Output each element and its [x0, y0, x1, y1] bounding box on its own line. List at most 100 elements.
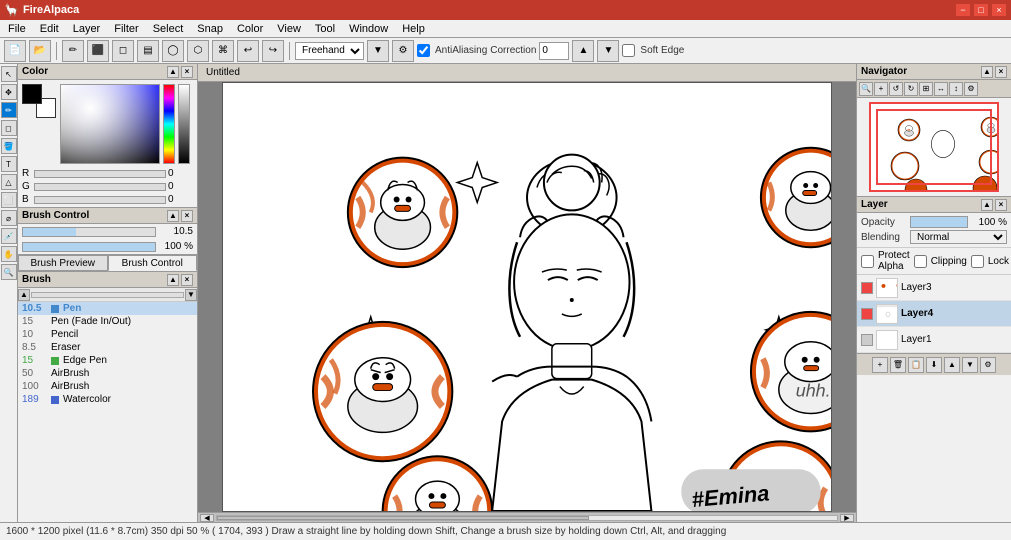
- scroll-left-btn[interactable]: ◀: [200, 514, 214, 522]
- opacity-slider[interactable]: [910, 216, 968, 228]
- layer-panel-float[interactable]: ▲: [981, 199, 993, 211]
- layer-settings-btn[interactable]: ⚙: [980, 357, 996, 373]
- menu-window[interactable]: Window: [343, 22, 394, 36]
- brush-item-0[interactable]: 10.5 Pen: [18, 302, 197, 315]
- brush-item-4[interactable]: 15 Edge Pen: [18, 354, 197, 367]
- tool-eyedropper[interactable]: 💉: [1, 228, 17, 244]
- canvas-wrapper[interactable]: uhh... #Emina: [198, 82, 856, 512]
- color-hue-strip[interactable]: [163, 84, 175, 164]
- g-bar[interactable]: [34, 183, 166, 191]
- nav-rotate-left[interactable]: ↺: [889, 82, 903, 96]
- layer-down-btn[interactable]: ▼: [962, 357, 978, 373]
- nav-settings[interactable]: ⚙: [964, 82, 978, 96]
- color-panel-float[interactable]: ▲: [167, 66, 179, 78]
- toolbar-btn-8[interactable]: ↩: [237, 40, 259, 62]
- layer-duplicate-btn[interactable]: 📋: [908, 357, 924, 373]
- close-button[interactable]: ×: [991, 3, 1007, 17]
- nav-fit[interactable]: ⊞: [919, 82, 933, 96]
- brush-scroll-up[interactable]: ▲: [18, 289, 30, 301]
- menu-color[interactable]: Color: [231, 22, 269, 36]
- menu-tool[interactable]: Tool: [309, 22, 341, 36]
- nav-zoom-out[interactable]: 🔍: [859, 82, 873, 96]
- brush-item-3[interactable]: 8.5 Eraser: [18, 341, 197, 354]
- layer-item-1[interactable]: Layer4: [857, 301, 1011, 327]
- toolbar-btn-1[interactable]: ✏: [62, 40, 84, 62]
- layer-eye-1[interactable]: [861, 308, 873, 320]
- scroll-right-btn[interactable]: ▶: [840, 514, 854, 522]
- layer-item-0[interactable]: Layer3: [857, 275, 1011, 301]
- nav-flip-v[interactable]: ↕: [949, 82, 963, 96]
- tool-select2[interactable]: ⬜: [1, 192, 17, 208]
- toolbar-btn-3[interactable]: ◻: [112, 40, 134, 62]
- nav-rotate-right[interactable]: ↻: [904, 82, 918, 96]
- color-alpha-strip[interactable]: [178, 84, 190, 164]
- layer-panel-close[interactable]: ×: [995, 199, 1007, 211]
- layer-add-btn[interactable]: +: [872, 357, 888, 373]
- layer-eye-0[interactable]: [861, 282, 873, 294]
- tool-select[interactable]: ↖: [1, 66, 17, 82]
- tool-fill[interactable]: 🪣: [1, 138, 17, 154]
- navigator-close[interactable]: ×: [995, 66, 1007, 78]
- brush-item-7[interactable]: 189 Watercolor: [18, 393, 197, 406]
- correction-down[interactable]: ▼: [597, 40, 619, 62]
- h-scroll-track[interactable]: [216, 515, 838, 521]
- h-scroll-thumb[interactable]: [217, 516, 589, 520]
- tool-hand[interactable]: ✋: [1, 246, 17, 262]
- menu-help[interactable]: Help: [396, 22, 431, 36]
- clipping-checkbox[interactable]: [914, 255, 927, 268]
- layer-up-btn[interactable]: ▲: [944, 357, 960, 373]
- foreground-color-swatch[interactable]: [22, 84, 42, 104]
- protect-alpha-checkbox[interactable]: [861, 255, 874, 268]
- toolbar-btn-9[interactable]: ↪: [262, 40, 284, 62]
- layer-merge-btn[interactable]: ⬇: [926, 357, 942, 373]
- r-bar[interactable]: [34, 170, 166, 178]
- nav-flip-h[interactable]: ↔: [934, 82, 948, 96]
- brush-opacity-slider[interactable]: [22, 242, 156, 252]
- menu-snap[interactable]: Snap: [191, 22, 229, 36]
- menu-layer[interactable]: Layer: [67, 22, 107, 36]
- brush-control-float[interactable]: ▲: [167, 210, 179, 222]
- layer-delete-btn[interactable]: 🗑: [890, 357, 906, 373]
- color-gradient[interactable]: [60, 84, 160, 164]
- antialiasing-checkbox[interactable]: [417, 44, 430, 57]
- tool-lasso[interactable]: ⌀: [1, 210, 17, 226]
- canvas-hscrollbar[interactable]: ◀ ▶: [198, 512, 856, 522]
- nav-zoom-in[interactable]: +: [874, 82, 888, 96]
- tool-zoom[interactable]: 🔍: [1, 264, 17, 280]
- toolbar-btn-6[interactable]: ⬡: [187, 40, 209, 62]
- lock-checkbox[interactable]: [971, 255, 984, 268]
- blending-select[interactable]: Normal: [910, 230, 1007, 244]
- toolbar-btn-7[interactable]: ⌘: [212, 40, 234, 62]
- tool-move[interactable]: ✥: [1, 84, 17, 100]
- brush-item-6[interactable]: 100 AirBrush: [18, 380, 197, 393]
- canvas-content[interactable]: uhh... #Emina: [222, 82, 832, 512]
- correction-input[interactable]: [539, 42, 569, 60]
- toolbar-btn-2[interactable]: ⬛: [87, 40, 109, 62]
- tool-brush[interactable]: ✏: [1, 102, 17, 118]
- brush-item-5[interactable]: 50 AirBrush: [18, 367, 197, 380]
- tool-eraser[interactable]: ◻: [1, 120, 17, 136]
- brush-size-slider[interactable]: [22, 227, 156, 237]
- brush-scroll-down[interactable]: ▼: [185, 289, 197, 301]
- new-file-button[interactable]: 📄: [4, 40, 26, 62]
- tool-text[interactable]: T: [1, 156, 17, 172]
- brush-item-1[interactable]: 15 Pen (Fade In/Out): [18, 315, 197, 328]
- b-bar[interactable]: [34, 196, 166, 204]
- correction-up[interactable]: ▲: [572, 40, 594, 62]
- menu-edit[interactable]: Edit: [34, 22, 65, 36]
- tool-shape[interactable]: △: [1, 174, 17, 190]
- brush-item-2[interactable]: 10 Pencil: [18, 328, 197, 341]
- freehand-settings[interactable]: ⚙: [392, 40, 414, 62]
- open-file-button[interactable]: 📂: [29, 40, 51, 62]
- navigator-float[interactable]: ▲: [981, 66, 993, 78]
- navigator-preview[interactable]: [869, 102, 999, 192]
- brush-control-close[interactable]: ×: [181, 210, 193, 222]
- freehand-dropdown[interactable]: ▼: [367, 40, 389, 62]
- toolbar-btn-5[interactable]: ◯: [162, 40, 184, 62]
- menu-file[interactable]: File: [2, 22, 32, 36]
- tab-brush-control[interactable]: Brush Control: [108, 255, 198, 271]
- layer-item-2[interactable]: Layer1: [857, 327, 1011, 353]
- minimize-button[interactable]: −: [955, 3, 971, 17]
- toolbar-btn-4[interactable]: ▤: [137, 40, 159, 62]
- menu-filter[interactable]: Filter: [108, 22, 144, 36]
